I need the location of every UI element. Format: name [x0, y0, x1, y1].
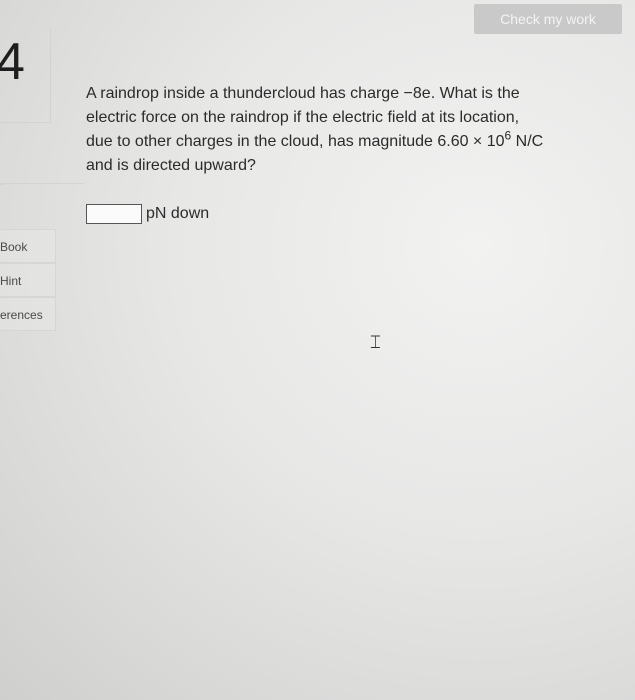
answer-input[interactable]	[86, 204, 142, 224]
sidebar-item-ebook[interactable]: Book	[0, 229, 56, 263]
sidebar-item-references[interactable]: erences	[0, 297, 56, 331]
sidebar-item-hint[interactable]: Hint	[0, 263, 56, 297]
answer-row: pN down	[86, 203, 209, 225]
question-number: 4	[0, 33, 25, 91]
text-cursor-icon: ⌶	[370, 332, 381, 353]
question-line-3: due to other charges in the cloud, has m…	[86, 130, 626, 154]
question-line-4: and is directed upward?	[86, 157, 256, 174]
check-my-work-button[interactable]: Check my work	[474, 4, 622, 34]
question-text: A raindrop inside a thundercloud has cha…	[86, 82, 626, 178]
answer-unit-label: pN down	[146, 205, 210, 222]
sidebar-item-label: erences	[0, 308, 43, 322]
question-line-1: A raindrop inside a thundercloud has cha…	[86, 85, 520, 102]
sidebar-item-label: Hint	[0, 274, 22, 288]
question-line-3-text: due to other charges in the cloud, has m…	[86, 133, 505, 150]
sidebar-divider	[0, 183, 84, 184]
field-unit: N/C	[511, 133, 544, 150]
sidebar-item-label: Book	[0, 240, 28, 254]
question-line-2: electric force on the raindrop if the el…	[86, 109, 520, 126]
